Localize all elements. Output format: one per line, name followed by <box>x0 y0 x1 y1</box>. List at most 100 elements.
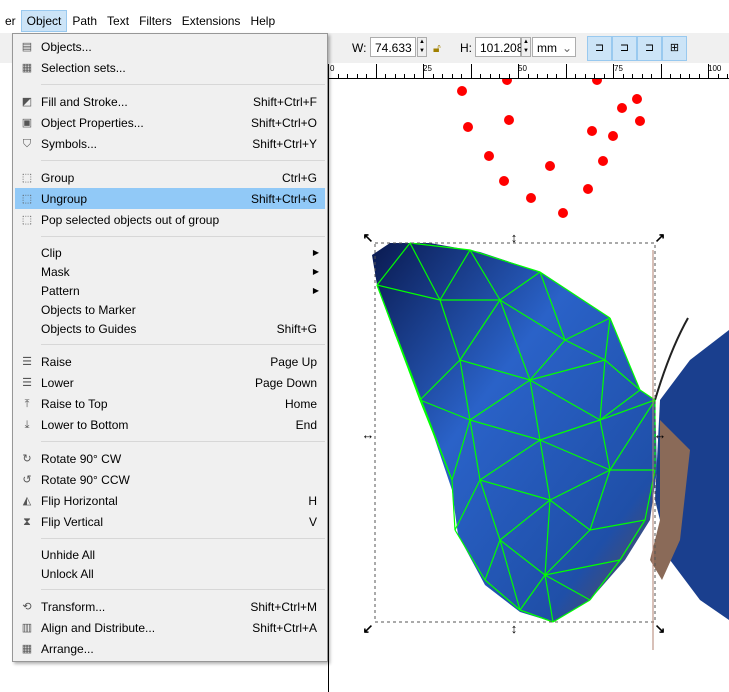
submenu-arrow-icon: ▶ <box>312 286 319 295</box>
menu-item-objects-to-marker[interactable]: Objects to Marker <box>15 300 325 319</box>
menu-er[interactable]: er <box>0 10 21 32</box>
red-dot <box>617 103 627 113</box>
red-dot <box>484 151 494 161</box>
menu-item-raise-to-top[interactable]: ⤒ Raise to Top Home <box>15 393 325 414</box>
raise-top-icon: ⤒ <box>24 397 30 410</box>
height-spinner[interactable]: ▲ ▼ <box>521 37 531 57</box>
height-input[interactable]: 101.208 <box>475 37 523 57</box>
scale-handle-icon[interactable]: ↕ <box>511 621 518 636</box>
red-dot <box>499 176 509 186</box>
menu-item-shortcut: Shift+Ctrl+M <box>250 599 317 614</box>
scale-stroke-button[interactable]: ⊐ <box>587 36 612 61</box>
menu-item-shortcut: Shift+Ctrl+O <box>250 115 317 130</box>
menu-item-shortcut: Shift+Ctrl+A <box>252 620 317 635</box>
rotate-cw-icon: ↻ <box>22 452 32 465</box>
scale-handle-icon[interactable]: ↙ <box>363 621 374 636</box>
menu-item-shortcut: Page Up <box>270 354 317 369</box>
menu-item-selection-sets[interactable]: ▦ Selection sets... <box>15 57 325 78</box>
width-input[interactable]: 74.633 <box>370 37 416 57</box>
unit-select[interactable]: mm ⌄ <box>532 37 576 57</box>
horizontal-ruler[interactable]: 0 25 50 75 100 <box>328 64 729 79</box>
menu-item-label: Rotate 90° CCW <box>41 472 130 487</box>
menu-item-label: Arrange... <box>41 641 94 656</box>
menu-text[interactable]: Text <box>102 10 134 32</box>
menu-object[interactable]: Object <box>20 10 68 32</box>
fill-stroke-icon: ◩ <box>21 95 33 108</box>
menu-item-label: Mask <box>41 264 70 279</box>
width-label: W: <box>352 41 367 55</box>
menu-item-objects-to-guides[interactable]: Objects to Guides Shift+G <box>15 319 325 338</box>
object-menu: ▤ Objects... ▦ Selection sets... ◩ Fill and S… <box>12 33 328 662</box>
menu-filters[interactable]: Filters <box>134 10 177 32</box>
lock-open-icon[interactable]: 🔓︎ <box>433 41 441 56</box>
menu-separator <box>41 160 325 161</box>
menu-item-rotate-90-ccw[interactable]: ↺ Rotate 90° CCW <box>15 469 325 490</box>
flip-vertical-icon: ⧗ <box>23 515 31 528</box>
chevron-down-icon: ⌄ <box>561 41 572 55</box>
scale-handle-icon[interactable]: ↖ <box>363 230 374 245</box>
menu-item-group[interactable]: ⬚ Group Ctrl+G <box>15 167 325 188</box>
menu-item-flip-horizontal[interactable]: ◭ Flip Horizontal H <box>15 490 325 511</box>
menu-item-label: Pattern <box>41 283 80 298</box>
menu-item-label: Raise to Top <box>41 396 108 411</box>
scale-handle-icon[interactable]: ↗ <box>655 230 666 245</box>
red-dot <box>635 116 645 126</box>
scale-corners-button[interactable]: ⊐ <box>612 36 637 61</box>
menu-item-label: Rotate 90° CW <box>41 451 122 466</box>
menu-item-ungroup[interactable]: ⬚ Ungroup Shift+Ctrl+G <box>15 188 325 209</box>
ruler-tick-label: 0 <box>330 64 335 73</box>
menu-item-label: Transform... <box>41 599 106 614</box>
menu-item-unlock-all[interactable]: Unlock All <box>15 564 325 583</box>
menu-path[interactable]: Path <box>67 10 102 32</box>
objects-icon: ▤ <box>21 40 33 53</box>
flip-horizontal-icon: ◭ <box>22 494 32 507</box>
move-gradients-button[interactable]: ⊐ <box>637 36 662 61</box>
menu-item-objects[interactable]: ▤ Objects... <box>15 36 325 57</box>
menu-item-transform[interactable]: ⟲ Transform... Shift+Ctrl+M <box>15 596 325 617</box>
scale-handle-icon[interactable]: ↔ <box>654 427 667 442</box>
menu-item-shortcut: Shift+G <box>276 321 317 336</box>
menu-item-symbols[interactable]: ⛉ Symbols... Shift+Ctrl+Y <box>15 133 325 154</box>
red-dot <box>545 161 555 171</box>
menu-item-shortcut: End <box>295 417 317 432</box>
menu-item-clip[interactable]: Clip ▶ <box>15 243 325 262</box>
menu-item-label: Align and Distribute... <box>41 620 156 635</box>
submenu-arrow-icon: ▶ <box>312 267 319 276</box>
menu-item-shortcut: Shift+Ctrl+G <box>250 191 317 206</box>
menu-item-fill-and-stroke[interactable]: ◩ Fill and Stroke... Shift+Ctrl+F <box>15 91 325 112</box>
selection-sets-icon: ▦ <box>21 61 33 74</box>
scale-handle-icon[interactable]: ↕ <box>511 230 518 245</box>
move-patterns-button[interactable]: ⊞ <box>662 36 687 61</box>
unit-value: mm <box>537 41 557 55</box>
menu-item-pop-selected-objects-out-of-group[interactable]: ⬚ Pop selected objects out of group <box>15 209 325 230</box>
scale-handle-icon[interactable]: ↔ <box>362 427 375 442</box>
lower-icon: ☰ <box>22 376 32 389</box>
menu-item-mask[interactable]: Mask ▶ <box>15 262 325 281</box>
menu-item-arrange[interactable]: ▦ Arrange... <box>15 638 325 659</box>
width-spinner[interactable]: ▲ ▼ <box>417 37 427 57</box>
submenu-arrow-icon: ▶ <box>312 248 319 257</box>
menu-item-label: Fill and Stroke... <box>41 94 128 109</box>
menu-item-rotate-90-cw[interactable]: ↻ Rotate 90° CW <box>15 448 325 469</box>
menu-item-object-properties[interactable]: ▣ Object Properties... Shift+Ctrl+O <box>15 112 325 133</box>
menu-item-lower-to-bottom[interactable]: ⤓ Lower to Bottom End <box>15 414 325 435</box>
red-dot <box>504 115 514 125</box>
ungroup-icon: ⬚ <box>21 192 33 205</box>
menu-item-shortcut: H <box>308 493 317 508</box>
menu-item-lower[interactable]: ☰ Lower Page Down <box>15 372 325 393</box>
menu-item-shortcut: Home <box>284 396 317 411</box>
menu-item-raise[interactable]: ☰ Raise Page Up <box>15 351 325 372</box>
menu-item-unhide-all[interactable]: Unhide All <box>15 545 325 564</box>
menu-item-align-and-distribute[interactable]: ▥ Align and Distribute... Shift+Ctrl+A <box>15 617 325 638</box>
menu-item-pattern[interactable]: Pattern ▶ <box>15 281 325 300</box>
menu-item-shortcut: Shift+Ctrl+Y <box>252 136 317 151</box>
menu-item-shortcut: Shift+Ctrl+F <box>252 94 317 109</box>
menu-item-label: Clip <box>41 245 62 260</box>
menu-item-label: Objects to Marker <box>41 302 136 317</box>
menu-help[interactable]: Help <box>245 10 280 32</box>
menu-extensions[interactable]: Extensions <box>177 10 246 32</box>
menu-item-flip-vertical[interactable]: ⧗ Flip Vertical V <box>15 511 325 532</box>
scale-handle-icon[interactable]: ↘ <box>655 621 666 636</box>
ruler-tick-label: 50 <box>518 64 527 73</box>
red-dot <box>583 184 593 194</box>
